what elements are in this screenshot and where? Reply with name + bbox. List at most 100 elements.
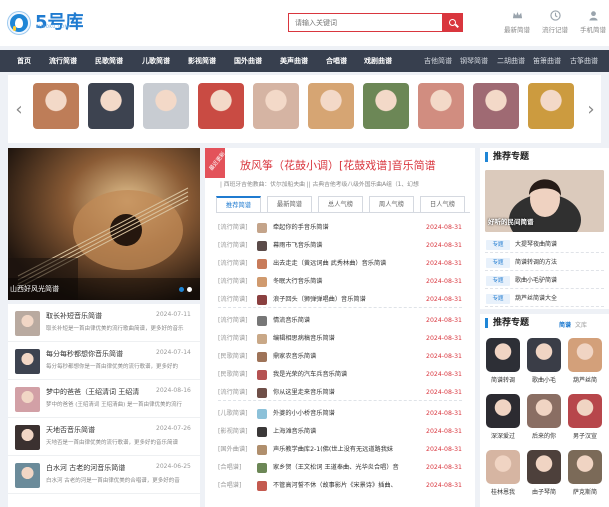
table-row[interactable]: [民歌简谱] 鼎家农音乐简谱 2024-08-31 [218, 349, 462, 365]
artist-avatar[interactable] [198, 83, 244, 129]
song-category[interactable]: [民歌简谱] [218, 349, 248, 365]
song-category[interactable]: [合唱谱] [218, 478, 241, 494]
song-category[interactable]: [流行简谱] [218, 238, 248, 254]
nav-pop[interactable]: 流行简谱 [49, 50, 77, 72]
artist-avatar[interactable] [528, 83, 574, 129]
tab-week-popular[interactable]: 周人气榜 [369, 196, 414, 212]
tab-total-popular[interactable]: 总人气榜 [318, 196, 363, 212]
table-row[interactable]: [流行简谱] 编辑相思病稿音乐简谱 2024-08-31 [218, 331, 462, 347]
song-title[interactable]: 上海滩音乐简谱 [273, 424, 401, 440]
nav-foreign[interactable]: 国外曲谱 [234, 50, 262, 72]
song-category[interactable]: [流行简谱] [218, 313, 248, 329]
artist-avatar[interactable] [363, 83, 409, 129]
site-logo[interactable]: 5号库 [8, 8, 84, 38]
table-row[interactable]: [儿歌简谱] 外婆的小小桥音乐简谱 2024-08-31 [218, 406, 462, 422]
song-title[interactable]: 浪子回头（狮弹弹唱曲）音乐简谱 [273, 292, 401, 308]
list-item[interactable]: 天地否音乐简谱 2024-07-26 天地否是一首由律优美的流行歌谱，更多好的音… [8, 418, 200, 456]
subline-links[interactable]: | 西班牙吉他教曲：伏尔加船夫曲 || 古典吉他考级八级外国乐曲A组（1、幻想 [220, 179, 470, 188]
nav-opera[interactable]: 戏剧曲谱 [364, 50, 392, 72]
topic-title[interactable]: 大提琴夜曲简谱 [515, 236, 557, 253]
artist-avatar[interactable] [418, 83, 464, 129]
song-title[interactable]: 幕雨市飞音乐简谱 [273, 238, 401, 254]
table-row[interactable]: [合唱谱] 家乡贺（王文松词 王道奉曲、光华炎合唱）音 2024-08-31 [218, 460, 462, 476]
history-link[interactable]: 流行记谱 [540, 10, 570, 34]
slide-dot[interactable] [179, 287, 184, 292]
singer-card[interactable]: 桂林恩我 [485, 450, 521, 496]
nav-folk[interactable]: 民歌简谱 [95, 50, 123, 72]
news-title[interactable]: 天地否音乐简谱 [46, 425, 95, 435]
artist-avatar[interactable] [473, 83, 519, 129]
headline-link[interactable]: 放风筝（花鼓小调）[花鼓戏谱]音乐简谱 [240, 157, 436, 173]
table-row[interactable]: [民歌简谱] 我是光荣的汽车兵音乐简谱 2024-08-31 [218, 367, 462, 383]
list-item[interactable]: 梦中的爸爸（王绍清词 王绍清 2024-08-16 梦中的爸爸 (王绍清词 王绍… [8, 380, 200, 418]
artist-avatar[interactable] [253, 83, 299, 129]
song-title[interactable]: 不管高河誓不休（故事影片《宋景诗》插曲、 [273, 478, 401, 494]
singer-card[interactable]: 由子琴简 [526, 450, 562, 496]
topic-title[interactable]: 简谱转调的方法 [515, 254, 557, 271]
table-row[interactable]: [合唱谱] 不管高河誓不休（故事影片《宋景诗》插曲、 2024-08-31 [218, 478, 462, 494]
song-title[interactable]: 鼎家农音乐简谱 [273, 349, 401, 365]
singer-card[interactable]: 歌曲小毛 [526, 338, 562, 384]
list-item[interactable]: 专题 歌曲小毛驴简谱 [485, 272, 604, 289]
tab-recommended[interactable]: 推荐简谱 [216, 196, 261, 212]
artist-avatar[interactable] [33, 83, 79, 129]
nav-erhu[interactable]: 二胡曲谱 [497, 50, 525, 72]
topic-tab-library[interactable]: 文库 [575, 322, 587, 329]
song-title[interactable]: 外婆的小小桥音乐简谱 [273, 406, 401, 422]
song-title[interactable]: 你从这里走来音乐简谱 [273, 385, 401, 401]
search-button[interactable] [442, 14, 462, 31]
song-title[interactable]: 编辑相思病稿音乐简谱 [273, 331, 401, 347]
table-row[interactable]: [流行简谱] 幕雨市飞音乐简谱 2024-08-31 [218, 238, 462, 254]
song-title[interactable]: 家乡贺（王文松词 王道奉曲、光华炎合唱）音 [273, 460, 401, 476]
song-category[interactable]: [流行简谱] [218, 256, 248, 272]
song-title[interactable]: 牵起你的手音乐简谱 [273, 220, 401, 236]
list-item[interactable]: 每分每秒都想你音乐简谱 2024-07-14 每分每秒都想你是一首由律优美的流行… [8, 342, 200, 380]
singer-card[interactable]: 简谱转调 [485, 338, 521, 384]
singer-card[interactable]: 葫芦丝简 [567, 338, 603, 384]
table-row[interactable]: [流行简谱] 冬眠大行音乐简谱 2024-08-31 [218, 274, 462, 290]
song-category[interactable]: [流行简谱] [218, 292, 248, 308]
hero-slideshow[interactable]: 山西好风光简谱 [8, 148, 200, 300]
table-row[interactable]: [流行简谱] 你从这里走来音乐简谱 2024-08-31 [218, 385, 462, 401]
song-category[interactable]: [影视简谱] [218, 424, 248, 440]
song-title[interactable]: 情流音乐简谱 [273, 313, 401, 329]
table-row[interactable]: [流行简谱] 情流音乐简谱 2024-08-31 [218, 313, 462, 329]
singer-card[interactable]: 后来的你 [526, 394, 562, 440]
table-row[interactable]: [流行简谱] 牵起你的手音乐简谱 2024-08-31 [218, 220, 462, 236]
song-category[interactable]: [流行简谱] [218, 220, 248, 236]
news-title[interactable]: 每分每秒都想你音乐简谱 [46, 349, 123, 359]
table-row[interactable]: [流行简谱] 出去走走（黄远词曲 武秀林曲）音乐简谱 2024-08-31 [218, 256, 462, 272]
artist-avatar[interactable] [308, 83, 354, 129]
nav-children[interactable]: 儿歌简谱 [142, 50, 170, 72]
topic-title[interactable]: 歌曲小毛驴简谱 [515, 272, 557, 289]
list-item[interactable]: 取长补短音乐简谱 2024-07-11 取长补短是一首由律优美的流行歌曲简谱，更… [8, 304, 200, 342]
news-title[interactable]: 取长补短音乐简谱 [46, 311, 102, 321]
nav-piano[interactable]: 钢琴简谱 [460, 50, 488, 72]
news-title[interactable]: 白水河 古老的河音乐简谱 [46, 463, 125, 473]
list-item[interactable]: 专题 简谱转调的方法 [485, 254, 604, 271]
song-category[interactable]: [国外曲谱] [218, 442, 248, 458]
latest-scores-link[interactable]: 最新简谱 [502, 10, 532, 34]
artist-avatar[interactable] [143, 83, 189, 129]
nav-guzheng[interactable]: 古筝曲谱 [570, 50, 598, 72]
table-row[interactable]: [国外曲谱] 声乐教学曲库2-1(佛(世上没有无远道路我妹 2024-08-31 [218, 442, 462, 458]
carousel-prev-button[interactable]: ‹ [12, 92, 26, 126]
featured-topic-card[interactable]: 好听的民间简谱 [485, 170, 604, 232]
nav-film[interactable]: 影视简谱 [188, 50, 216, 72]
song-category[interactable]: [儿歌简谱] [218, 406, 248, 422]
song-category[interactable]: [民歌简谱] [218, 367, 248, 383]
tab-latest[interactable]: 最新简谱 [267, 196, 312, 212]
list-item[interactable]: 专题 葫芦丝简谱大全 [485, 290, 604, 307]
artist-avatar[interactable] [88, 83, 134, 129]
song-title[interactable]: 冬眠大行音乐简谱 [273, 274, 401, 290]
nav-bel-canto[interactable]: 美声曲谱 [280, 50, 308, 72]
nav-guitar[interactable]: 吉他简谱 [424, 50, 452, 72]
singer-card[interactable]: 萨克斯简 [567, 450, 603, 496]
mobile-link[interactable]: 手机简谱 [578, 10, 608, 34]
list-item[interactable]: 白水河 古老的河音乐简谱 2024-06-25 白水河 古老的河是一首由律优美的… [8, 456, 200, 494]
carousel-next-button[interactable]: › [584, 92, 598, 126]
nav-flute[interactable]: 笛箫曲谱 [533, 50, 561, 72]
singer-card[interactable]: 深深爱过 [485, 394, 521, 440]
singer-card[interactable]: 男子汉宣 [567, 394, 603, 440]
table-row[interactable]: [影视简谱] 上海滩音乐简谱 2024-08-31 [218, 424, 462, 440]
